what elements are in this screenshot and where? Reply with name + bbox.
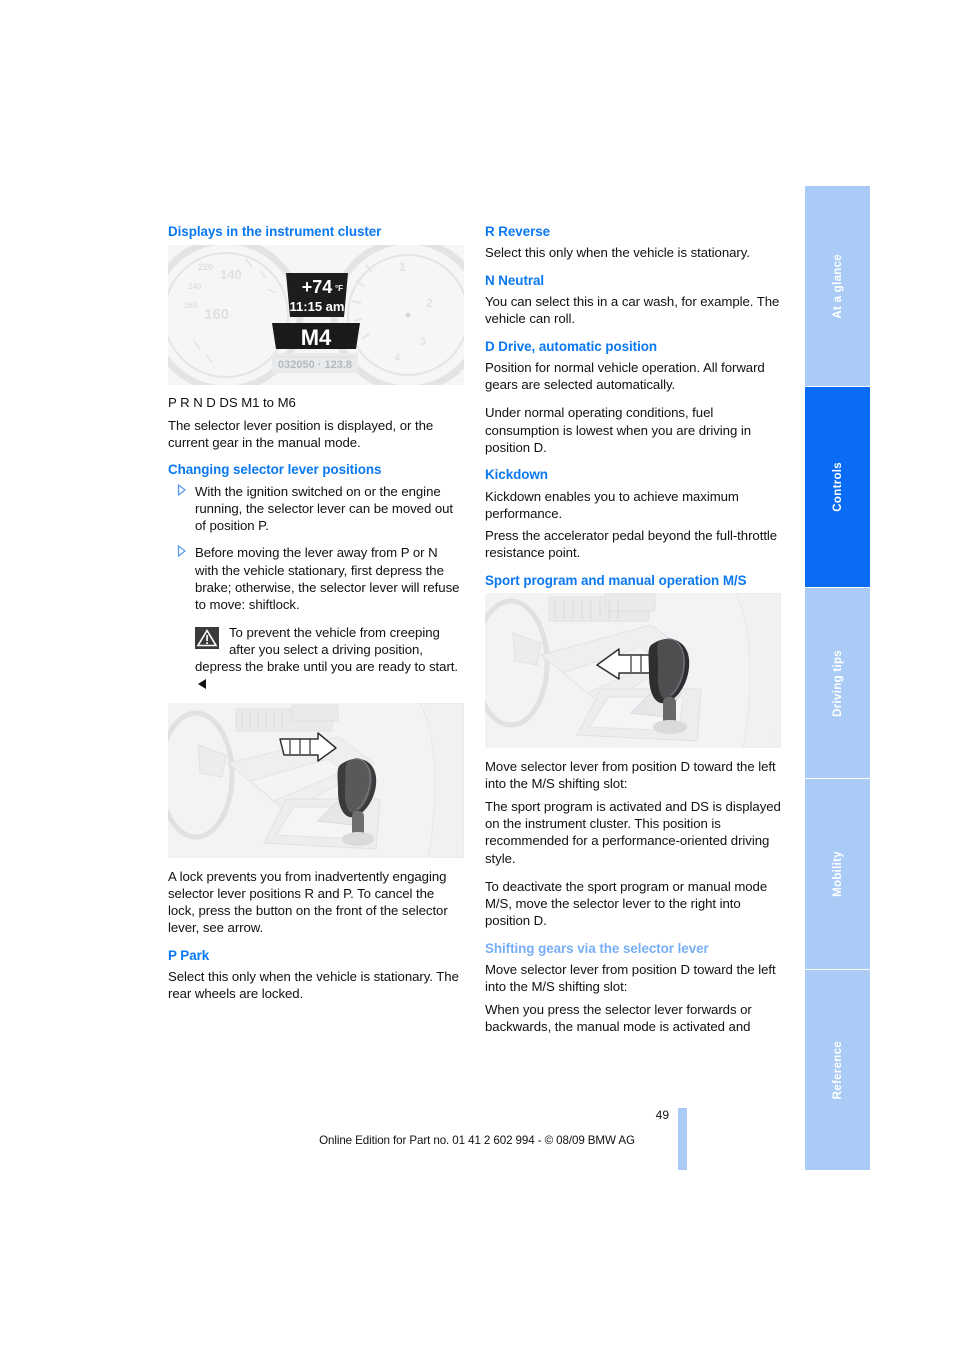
svg-text:4: 4: [394, 352, 401, 364]
svg-text:220: 220: [198, 262, 213, 272]
sidebar-item-mobility[interactable]: Mobility: [805, 779, 870, 969]
sidebar-item-label: Controls: [831, 462, 844, 512]
instrument-cluster-illustration: 220 140 240 260 160 1 2 3 4 +74 °F 11:15…: [168, 245, 464, 386]
neutral-description: You can select this in a car wash, for e…: [485, 293, 780, 327]
figure-credit: ⋮⋮: [773, 733, 779, 745]
figure-selector-lever-unlock: ⋮⋮: [168, 702, 464, 858]
shifting-description-1: Move selector lever from position D towa…: [485, 961, 776, 995]
svg-text:+74: +74: [302, 277, 333, 297]
triangle-bullet-icon: [170, 545, 187, 558]
sidebar-item-at-a-glance[interactable]: At a glance: [805, 186, 870, 386]
figure-instrument-cluster: 220 140 240 260 160 1 2 3 4 +74 °F 11:15…: [168, 245, 464, 386]
kickdown-description-2: Press the accelerator pedal beyond the f…: [485, 528, 778, 561]
figure-credit: ⋮⋮: [456, 842, 462, 854]
drive-description-2: Under normal operating conditions, fuel …: [485, 405, 752, 455]
figure-credit: ⋮⋮: [456, 370, 462, 382]
figure-selector-lever-sport: ⋮⋮: [485, 593, 781, 749]
sport-description-2: The sport program is activated and DS is…: [485, 798, 781, 866]
warning-text-rest: depress the brake until you are ready to…: [195, 658, 464, 693]
heading-p-park: P Park: [168, 947, 210, 963]
left-column: Displays in the instrument cluster 220 1…: [168, 224, 464, 1014]
heading-shifting-gears: Shifting gears via the selector lever: [485, 940, 709, 956]
svg-text:260: 260: [184, 301, 198, 310]
warning-text-line2: after you select a driving position,: [229, 641, 423, 657]
warning-note: To prevent the vehicle from creeping aft…: [168, 624, 464, 693]
svg-text:032050 · 123.8: 032050 · 123.8: [278, 359, 352, 371]
heading-displays-instrument-cluster: Displays in the instrument cluster: [168, 224, 382, 239]
sidebar-item-controls[interactable]: Controls: [805, 387, 870, 587]
list-item: Before moving the lever away from P or N…: [168, 544, 464, 613]
section-tab-rail: At a glance Controls Driving tips Mobili…: [805, 186, 870, 1170]
svg-text:M4: M4: [301, 325, 332, 350]
reverse-description: Select this only when the vehicle is sta…: [485, 245, 750, 261]
lever-lock-caption: A lock prevents you from inadvertently e…: [168, 868, 448, 936]
drive-description-1: Position for normal vehicle operation. A…: [485, 359, 765, 393]
svg-text:160: 160: [204, 306, 229, 323]
sport-description-1: Move selector lever from position D towa…: [485, 759, 776, 792]
triangle-bullet-icon: [170, 483, 187, 496]
selector-positions-line: P R N D DS M1 to M6: [168, 395, 296, 411]
warning-triangle-icon: [195, 626, 219, 649]
sidebar-item-label: Reference: [831, 1040, 844, 1100]
heading-r-reverse: R Reverse: [485, 224, 551, 239]
kickdown-description-1: Kickdown enables you to achieve maximum …: [485, 488, 739, 521]
svg-text:1: 1: [399, 260, 406, 274]
sidebar-item-label: At a glance: [831, 253, 844, 319]
park-description: Select this only when the vehicle is sta…: [168, 969, 459, 1002]
svg-text:°F: °F: [335, 284, 343, 293]
list-item: With the ignition switched on or the eng…: [168, 483, 464, 535]
warning-text-line1: To prevent the vehicle from creeping: [229, 624, 440, 640]
warning-text-rest-label: depress the brake until you are ready to…: [195, 659, 459, 675]
sport-description-3: To deactivate the sport program or manua…: [485, 878, 768, 929]
heading-d-drive: D Drive, automatic position: [485, 338, 658, 354]
footer-blue-bar: [678, 1108, 687, 1170]
list-item-text: Before moving the lever away from P or N…: [195, 545, 460, 613]
selector-positions-description: The selector lever position is displayed…: [168, 417, 434, 450]
svg-text:140: 140: [220, 267, 242, 282]
page-number: 49: [655, 1108, 669, 1122]
heading-sport-program: Sport program and manual operation M/S: [485, 572, 747, 588]
end-marker-icon: [198, 679, 206, 690]
heading-kickdown: Kickdown: [485, 467, 548, 483]
manual-page: At a glance Controls Driving tips Mobili…: [0, 0, 954, 1350]
sidebar-item-driving-tips[interactable]: Driving tips: [805, 588, 870, 778]
heading-changing-selector-lever-positions: Changing selector lever positions: [168, 462, 382, 478]
list-item-text: With the ignition switched on or the eng…: [195, 483, 454, 534]
sidebar-item-label: Mobility: [831, 851, 844, 897]
svg-text:2: 2: [426, 296, 433, 310]
sidebar-item-label: Driving tips: [831, 649, 844, 717]
heading-n-neutral: N Neutral: [485, 272, 545, 288]
edition-notice: Online Edition for Part no. 01 41 2 602 …: [319, 1134, 635, 1147]
svg-text:3: 3: [420, 336, 426, 348]
right-column: R Reverse Select this only when the vehi…: [485, 224, 781, 1035]
svg-text:11:15 am: 11:15 am: [290, 299, 345, 314]
svg-text:240: 240: [188, 282, 202, 291]
shifting-description-2: When you press the selector lever forwar…: [485, 1001, 752, 1034]
selector-lever-illustration: [168, 702, 464, 858]
selector-lever-sport-illustration: [485, 593, 781, 749]
